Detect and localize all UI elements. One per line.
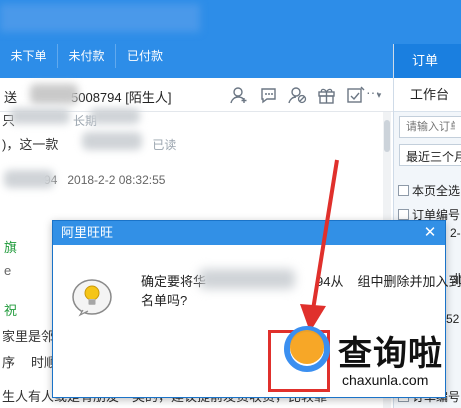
tab-orders[interactable]: 订单 (394, 44, 461, 78)
chat-line-jiawei: 家里是邻 (2, 329, 55, 344)
header-toolbar: ▾ (230, 86, 383, 104)
scroll-thumb[interactable] (384, 120, 390, 152)
blurred-text (199, 269, 295, 289)
chat-line-qi: 旗 (4, 240, 18, 255)
contact-prefix: 送 (4, 90, 18, 105)
blurred-text (10, 108, 70, 124)
blurred-text (82, 132, 142, 150)
chat-line-e: e (4, 263, 12, 278)
more-icon[interactable]: ··· (366, 84, 380, 100)
select-all-row[interactable]: 本页全选 (394, 182, 461, 202)
dialog-title: 阿里旺旺 (53, 221, 445, 245)
blurred-text (4, 170, 54, 188)
watermark: 查询啦 chaxunla.com (280, 316, 450, 396)
lightbulb-icon (72, 279, 112, 317)
blurred-title (0, 4, 200, 32)
chat-header: 送 5008794 [陌生人] ▾ ··· (0, 78, 393, 112)
edit-checklist-icon[interactable] (346, 86, 365, 104)
tab-not-ordered[interactable]: 未下单 (0, 44, 58, 68)
blurred-text (90, 108, 140, 124)
order-frag-2: 2-0 (450, 226, 461, 240)
order-checkbox[interactable] (398, 209, 409, 220)
tab-workbench[interactable]: 工作台 (394, 78, 461, 112)
chat-line-ji: 祝 (4, 303, 18, 318)
gift-icon[interactable] (317, 86, 336, 104)
add-friend-icon[interactable] (230, 86, 249, 104)
order-search-input[interactable] (399, 116, 461, 138)
watermark-logo-inner (290, 330, 324, 364)
watermark-text: 查询啦 (338, 334, 443, 374)
close-icon[interactable]: ✕ (421, 224, 439, 242)
blurred-contact (30, 84, 78, 104)
stranger-tag: [陌生人] (125, 90, 172, 105)
order-status-tabs: 未下单 未付款 已付款 (0, 44, 174, 68)
block-user-icon[interactable] (288, 86, 307, 104)
watermark-url: chaxunla.com (342, 372, 429, 388)
time-range-select[interactable]: 最近三个月 (399, 144, 461, 166)
chat-line-shishi: 序时顺 (2, 355, 58, 370)
tab-unpaid[interactable]: 未付款 (58, 44, 116, 68)
contact-id: 5008794 (71, 90, 122, 105)
tab-paid[interactable]: 已付款 (116, 44, 174, 68)
select-all-checkbox[interactable] (398, 185, 409, 196)
chat-bubble-icon[interactable] (259, 86, 278, 104)
red-arrow-annotation (300, 159, 339, 332)
top-bar: 未下单 未付款 已付款 (0, 0, 461, 78)
